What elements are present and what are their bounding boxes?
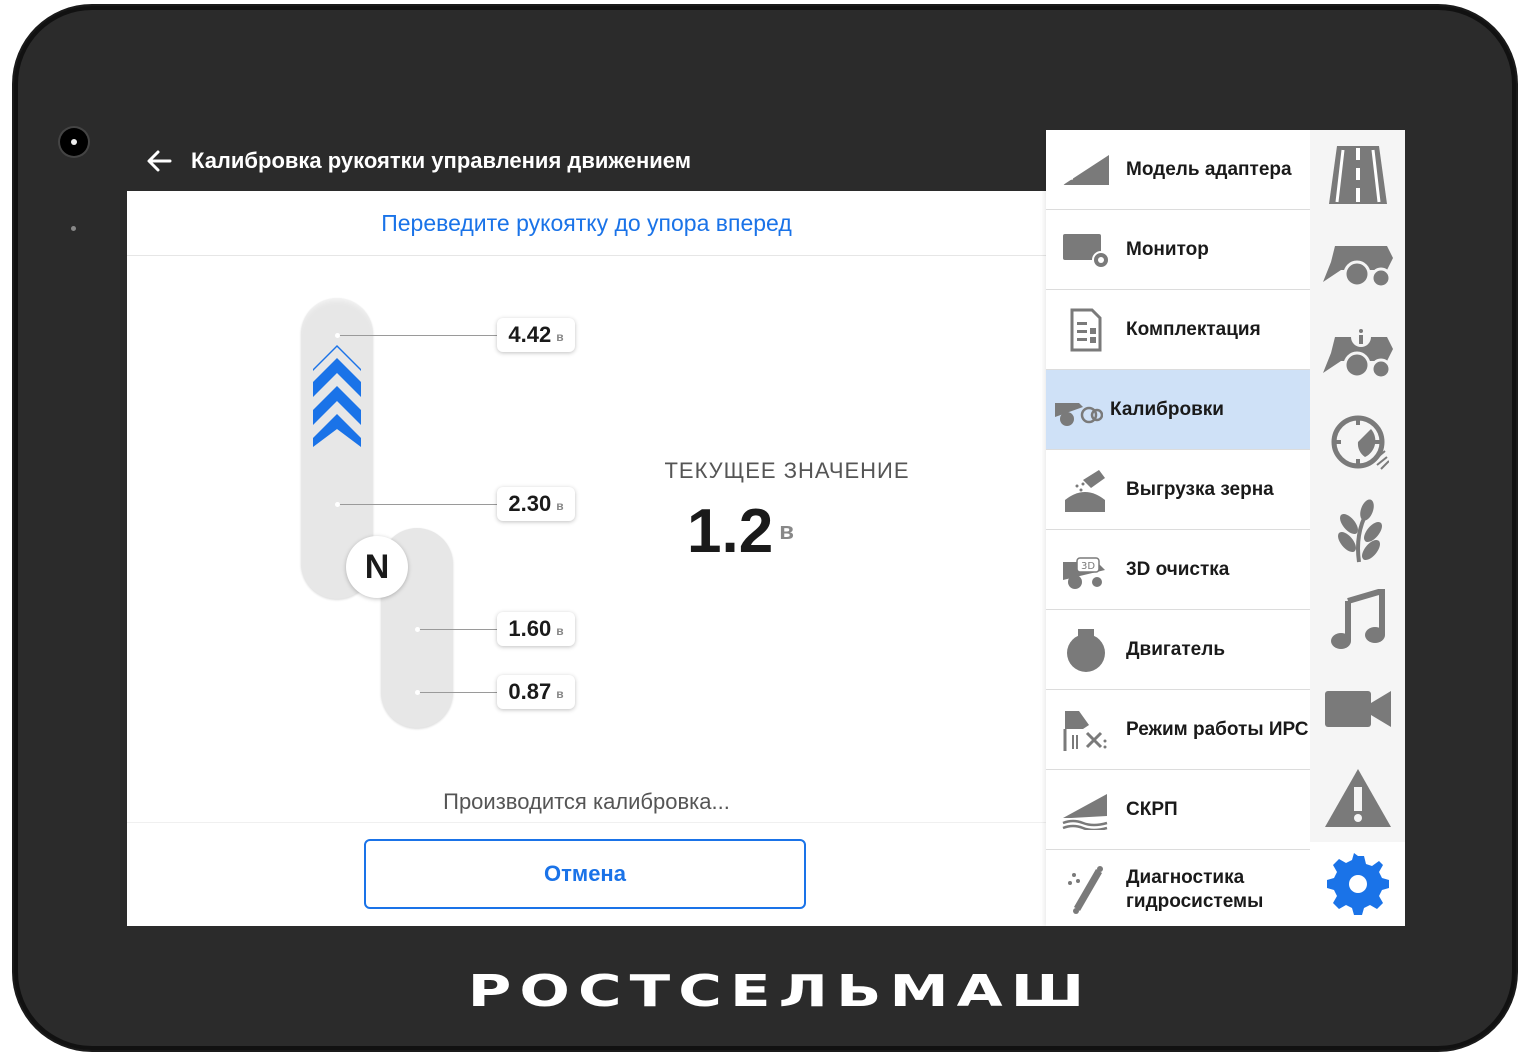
page-title: Калибровка рукоятки управления движением [191, 147, 691, 173]
crop-icon [1337, 498, 1382, 562]
rail-warning[interactable] [1310, 753, 1405, 842]
menu-item-configuration[interactable]: Комплектация [1046, 290, 1310, 370]
screen: Калибровка рукоятки управления движением… [127, 130, 1405, 926]
music-icon [1330, 588, 1385, 649]
current-value-label: ТЕКУЩЕЕ ЗНАЧЕНИЕ [664, 458, 910, 483]
arrow-left-icon [147, 150, 172, 171]
voltage-neutral-reverse: 1.60 в [497, 612, 575, 646]
menu-item-monitor[interactable]: Монитор [1046, 210, 1310, 290]
calibration-icon [1055, 402, 1103, 426]
svg-text:3D: 3D [1081, 561, 1095, 572]
configuration-icon [1070, 308, 1102, 351]
rail-road[interactable] [1310, 130, 1405, 219]
rail-camera[interactable] [1310, 664, 1405, 753]
menu-item-adapter-model[interactable]: Модель адаптера [1046, 130, 1310, 210]
current-value-unit: в [779, 518, 794, 545]
marker-dot [335, 333, 340, 338]
camera-icon [1324, 690, 1391, 727]
menu-item-engine[interactable]: Двигатель [1046, 610, 1310, 690]
cancel-button[interactable]: Отмена [364, 839, 806, 909]
skrp-icon [1062, 793, 1108, 830]
gauge-icon [1331, 415, 1389, 470]
nav-rail [1310, 130, 1405, 926]
voltage-neutral-forward: 2.30 в [497, 487, 575, 521]
instruction-text: Переведите рукоятку до упора вперед [127, 191, 1046, 256]
settings-icon [1326, 853, 1389, 915]
back-button[interactable] [143, 145, 175, 177]
marker-dot [415, 627, 420, 632]
monitor-icon [1063, 233, 1110, 269]
adapter-icon [1062, 154, 1109, 185]
hydraulics-icon [1068, 866, 1103, 914]
menu-item-calibrations[interactable]: Калибровки [1046, 370, 1310, 450]
rail-crop[interactable] [1310, 486, 1405, 575]
marker-line [417, 692, 497, 693]
rail-music[interactable] [1310, 575, 1405, 664]
voltage-min: 0.87 в [497, 675, 575, 709]
divider [127, 822, 1046, 823]
current-value-number: 1.2 [687, 497, 774, 566]
voltage-max: 4.42 в [497, 318, 575, 352]
combine-icon [1322, 245, 1393, 288]
marker-dot [415, 690, 420, 695]
rail-gauge[interactable] [1310, 397, 1405, 486]
marker-line [337, 504, 497, 505]
rail-combine[interactable] [1310, 219, 1405, 308]
app-header: Калибровка рукоятки управления движением [127, 130, 1046, 191]
menu-item-irs-mode[interactable]: Режим работы ИРС [1046, 690, 1310, 770]
marker-line [417, 629, 497, 630]
combine-info-icon [1322, 326, 1393, 379]
neutral-indicator: N [346, 536, 408, 598]
brand-logo: РОСТСЕЛЬМАШ [467, 965, 1093, 1017]
menu-item-3d-cleaning[interactable]: 3D 3D очистка [1046, 530, 1310, 610]
marker-line [337, 335, 497, 336]
menu-item-grain-unload[interactable]: Выгрузка зерна [1046, 450, 1310, 530]
irs-mode-icon [1063, 710, 1107, 751]
grain-unload-icon [1065, 469, 1105, 512]
engine-icon [1067, 628, 1105, 672]
settings-menu: Модель адаптера Монитор Комплектация Кал… [1046, 130, 1310, 926]
marker-dot [335, 502, 340, 507]
rail-settings[interactable] [1310, 842, 1405, 926]
chevron-up-icon [313, 345, 361, 447]
menu-item-hydraulics[interactable]: Диагностика гидросистемы [1046, 850, 1310, 926]
3d-cleaning-icon: 3D [1063, 556, 1105, 589]
warning-icon [1324, 768, 1391, 827]
menu-item-skrp[interactable]: СКРП [1046, 770, 1310, 850]
camera [60, 128, 88, 156]
road-icon [1328, 145, 1387, 204]
light-sensor [71, 226, 76, 231]
status-text: Производится калибровка... [443, 789, 730, 814]
current-value: 1.2 в [687, 492, 794, 572]
rail-combine-info[interactable] [1310, 308, 1405, 397]
